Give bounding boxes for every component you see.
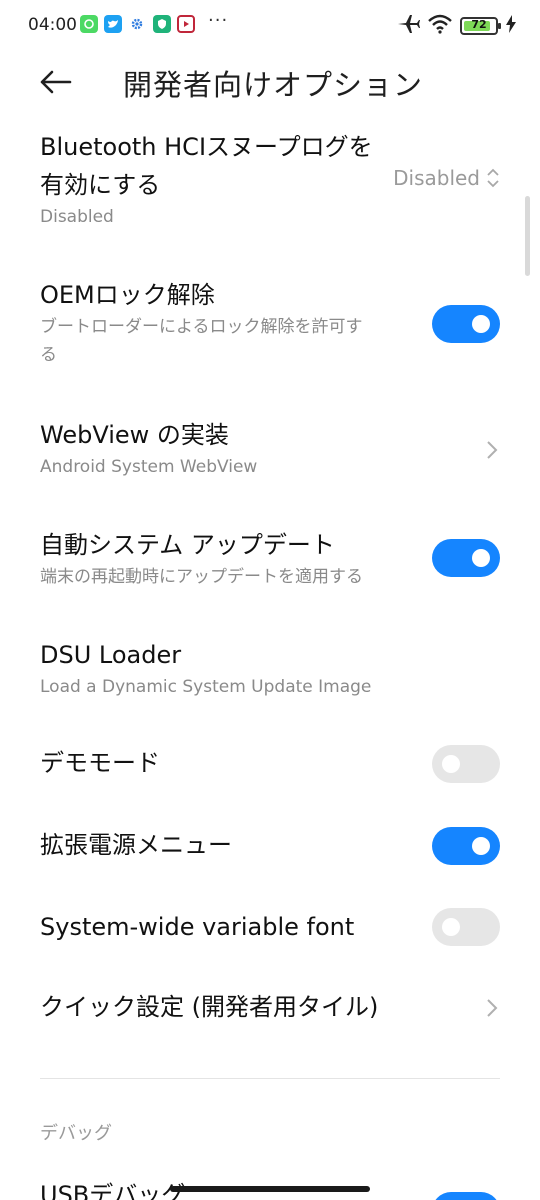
debug-section-label: デバッグ [40,1123,112,1144]
battery-icon: 72 [460,17,501,35]
demo-mode-title: デモモード [40,749,160,777]
up-down-chevron-icon [487,168,499,188]
back-arrow-icon [40,70,72,94]
usb-debug-title: USBデバッグ [40,1181,186,1200]
wifi-icon [428,14,452,38]
auto-update-subtitle: 端末の再起動時にアップデートを適用する [40,567,363,587]
webview-row[interactable]: WebView の実装 Android System WebView [0,416,540,486]
section-divider [40,1078,500,1079]
oem-unlock-subtitle-line2: る [40,345,57,365]
variable-font-row[interactable]: System-wide variable font [0,908,540,948]
webview-subtitle: Android System WebView [40,457,258,477]
oem-unlock-title: OEMロック解除 [40,281,215,309]
dsu-loader-title: DSU Loader [40,641,182,669]
status-bar: 04:00 ··· 72 [0,0,540,54]
page-title: 開発者向けオプション [123,68,424,102]
bt-hci-snoop-row[interactable]: Bluetooth HCIスヌープログを 有効にする Disabled Disa… [0,126,540,238]
charging-icon [506,15,516,37]
youtube-icon [177,15,195,33]
bt-hci-value-select[interactable]: Disabled [393,166,500,190]
app-green-icon [80,15,98,33]
demo-mode-row[interactable]: デモモード [0,744,540,784]
twitter-icon [104,15,122,33]
quick-settings-tiles-row[interactable]: クイック設定 (開発者用タイル) [0,988,540,1028]
extended-power-menu-row[interactable]: 拡張電源メニュー [0,826,540,866]
demo-mode-toggle[interactable] [432,745,500,783]
oem-unlock-subtitle-line1: ブートローダーによるロック解除を許可す [40,317,363,337]
dsu-loader-row[interactable]: DSU Loader Load a Dynamic System Update … [0,636,540,706]
airplane-icon [398,14,420,38]
quick-settings-title: クイック設定 (開発者用タイル) [40,993,379,1021]
gear-icon [128,15,146,33]
oem-unlock-toggle[interactable] [432,305,500,343]
status-right: 72 [398,14,516,38]
usb-debug-toggle[interactable] [432,1192,500,1200]
power-menu-toggle[interactable] [432,827,500,865]
variable-font-title: System-wide variable font [40,913,355,941]
auto-system-update-row[interactable]: 自動システム アップデート 端末の再起動時にアップデートを適用する [0,526,540,596]
variable-font-toggle[interactable] [432,908,500,946]
scrollbar[interactable] [525,196,530,276]
power-menu-title: 拡張電源メニュー [40,831,232,859]
chevron-right-icon [487,441,498,459]
dsu-loader-subtitle: Load a Dynamic System Update Image [40,677,372,697]
chevron-right-icon [487,999,498,1017]
bt-hci-title-line1: Bluetooth HCIスヌープログを [40,133,373,161]
bt-hci-subtitle: Disabled [40,207,114,227]
auto-update-title: 自動システム アップデート [40,531,335,559]
battery-level: 72 [471,18,487,31]
app-header: 開発者向けオプション [0,54,540,110]
shield-icon [153,15,171,33]
more-notifications-icon: ··· [208,10,229,31]
oem-unlock-row[interactable]: OEMロック解除 ブートローダーによるロック解除を許可す る [0,276,540,372]
status-time: 04:00 [28,15,77,35]
home-indicator[interactable] [170,1186,370,1192]
bt-hci-value: Disabled [393,166,480,190]
back-button[interactable] [36,62,76,102]
bt-hci-title-line2: 有効にする [40,171,161,199]
webview-title: WebView の実装 [40,421,229,449]
auto-update-toggle[interactable] [432,539,500,577]
